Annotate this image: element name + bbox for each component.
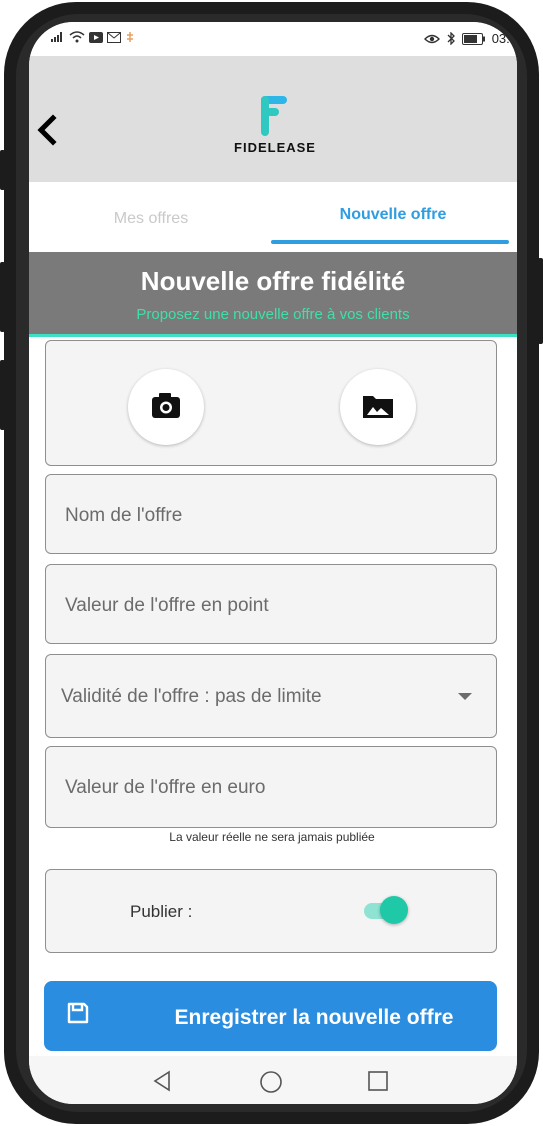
tab-indicator: [271, 240, 509, 244]
status-bar: 03:0: [29, 22, 517, 56]
tab-bar: Mes offres Nouvelle offre: [29, 182, 517, 252]
offer-points-field[interactable]: Valeur de l'offre en point: [45, 564, 497, 644]
system-nav-bar: [29, 1056, 517, 1104]
page-subtitle: Proposez une nouvelle offre à vos client…: [136, 306, 410, 323]
tab-mes-offres[interactable]: Mes offres: [29, 210, 273, 228]
side-button-right: [538, 258, 543, 344]
page-banner: Nouvelle offre fidélité Proposez une nou…: [29, 252, 517, 337]
camera-icon: [152, 393, 180, 418]
photo-picker: [45, 340, 497, 466]
chevron-left-icon[interactable]: [31, 110, 61, 150]
nav-back-icon[interactable]: [151, 1070, 173, 1092]
validity-select[interactable]: Validité de l'offre : pas de limite: [45, 654, 497, 738]
validity-value: Validité de l'offre : pas de limite: [61, 686, 322, 707]
gmail-icon: [107, 31, 121, 43]
battery-icon: [461, 32, 485, 45]
youtube-icon: [89, 31, 103, 43]
save-icon: [67, 1002, 89, 1024]
nav-recent-icon[interactable]: [367, 1070, 389, 1092]
publish-toggle[interactable]: [380, 896, 408, 924]
app-screen: 03:0 FIDELEASE Mes offres Nouvelle offre…: [29, 22, 517, 1104]
offer-name-field[interactable]: Nom de l'offre: [45, 474, 497, 554]
offer-euro-field[interactable]: Valeur de l'offre en euro: [45, 746, 497, 828]
gallery-button[interactable]: [340, 369, 416, 445]
camera-button[interactable]: [128, 369, 204, 445]
logo-mark-icon: [261, 96, 287, 136]
status-time: 03:0: [491, 31, 517, 46]
page-title: Nouvelle offre fidélité: [140, 266, 406, 296]
brand-name: FIDELEASE: [234, 140, 316, 155]
nav-home-icon[interactable]: [259, 1070, 283, 1094]
offer-points-placeholder: Valeur de l'offre en point: [65, 595, 269, 616]
chevron-down-icon: [458, 693, 472, 700]
app-header: FIDELEASE: [29, 56, 517, 182]
notification-icon: [127, 32, 133, 42]
side-button-left-2: [0, 262, 5, 332]
status-left: [51, 31, 135, 43]
tab-nouvelle-offre[interactable]: Nouvelle offre: [271, 206, 515, 224]
save-offer-label: Enregistrer la nouvelle offre: [174, 1006, 454, 1029]
publish-row: Publier :: [45, 869, 497, 953]
signal-icon: [51, 32, 62, 42]
side-button-left-3: [0, 360, 5, 430]
side-button-left: [0, 150, 5, 190]
save-offer-button[interactable]: Enregistrer la nouvelle offre: [44, 981, 497, 1051]
euro-hint: La valeur réelle ne sera jamais publiée: [169, 830, 375, 844]
publish-label: Publier :: [130, 902, 193, 921]
image-folder-icon: [363, 396, 393, 418]
offer-name-placeholder: Nom de l'offre: [65, 505, 183, 526]
eye-icon: [423, 34, 440, 43]
status-right: 03:0: [423, 31, 517, 46]
wifi-icon: [69, 31, 85, 43]
bluetooth-icon: [447, 32, 455, 45]
offer-euro-placeholder: Valeur de l'offre en euro: [65, 777, 266, 798]
fidelease-logo: FIDELEASE: [227, 92, 323, 172]
